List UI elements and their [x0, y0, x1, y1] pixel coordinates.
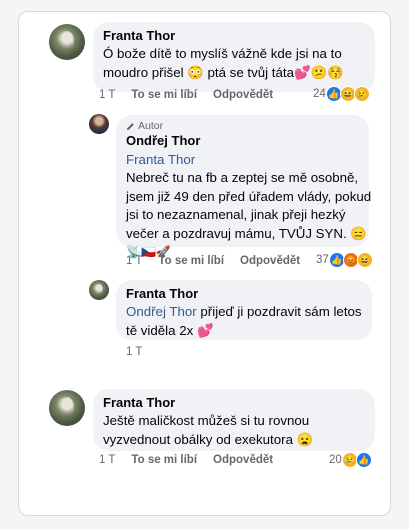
comment-actions: 1 T To se mi líbí Odpovědět: [99, 89, 273, 101]
comment-text: Ó bože dítě to myslíš vážně kde jsi na t…: [103, 44, 365, 82]
comment-text: přijeď ji pozdravit sám letos: [196, 304, 362, 319]
pencil-icon: [126, 123, 134, 131]
author-badge: Autor: [126, 120, 359, 133]
comment-line: Ještě maličkost můžeš si tu rovnou: [103, 413, 310, 428]
comment-author[interactable]: Franta Thor: [126, 286, 362, 302]
comment-line: tě viděla 2x 💕: [126, 323, 214, 338]
comment-text: Nebreč tu na fb a zeptej se mě osobně, j…: [126, 169, 372, 262]
comment-line: jsem již 49 den před úřadem vlády, pokud: [126, 188, 372, 204]
comment-time[interactable]: 1 T: [126, 346, 142, 358]
mention-link[interactable]: Franta Thor: [126, 150, 359, 169]
comment-time[interactable]: 1 T: [126, 255, 142, 267]
author-badge-label: Autor: [138, 120, 164, 132]
comment-time[interactable]: 1 T: [99, 89, 115, 101]
sad-reaction-icon: 😢: [353, 86, 370, 102]
reaction-summary[interactable]: 20 😢 👍: [329, 452, 372, 468]
reply-link[interactable]: Odpovědět: [213, 454, 273, 466]
comment-line: Ondřej Thor přijeď ji pozdravit sám leto…: [126, 302, 362, 321]
comments-card: Franta Thor Ó bože dítě to myslíš vážně …: [18, 11, 391, 516]
comment-actions: 1 T: [126, 346, 142, 358]
avatar[interactable]: [49, 390, 85, 426]
comment-bubble: Franta Thor Ó bože dítě to myslíš vážně …: [93, 22, 375, 92]
comment-author[interactable]: Ondřej Thor: [126, 133, 359, 149]
comment-bubble: Franta Thor Ondřej Thor přijeď ji pozdra…: [116, 280, 372, 340]
comment-text: Ještě maličkost můžeš si tu rovnou vyzve…: [103, 411, 365, 449]
comment-actions: 1 T To se mi líbí Odpovědět: [126, 255, 300, 267]
reaction-summary[interactable]: 24 👍 😆 😢: [313, 86, 370, 102]
like-link[interactable]: To se mi líbí: [131, 454, 197, 466]
comment-line: Nebreč tu na fb a zeptej se mě osobně,: [126, 170, 359, 185]
comment-line: moudro přišel 😳 ptá se tvůj táta💕😕😚: [103, 65, 344, 80]
avatar[interactable]: [49, 24, 85, 60]
like-link[interactable]: To se mi líbí: [158, 255, 224, 267]
avatar[interactable]: [89, 280, 109, 300]
comment-author[interactable]: Franta Thor: [103, 395, 365, 411]
comment-line: Ó bože dítě to myslíš vážně kde jsi na t…: [103, 46, 342, 61]
reaction-summary[interactable]: 37 👍 😡 😆: [316, 252, 373, 268]
comment-line: večer a pozdravuj mámu, TVŮJ SYN. 😑: [126, 225, 367, 241]
haha-reaction-icon: 😆: [356, 252, 373, 268]
reaction-count: 24: [313, 88, 326, 100]
like-reaction-icon: 👍: [355, 452, 372, 468]
comment-bubble: Autor Ondřej Thor Franta Thor Nebreč tu …: [116, 115, 371, 259]
avatar[interactable]: [89, 114, 109, 134]
comment-time[interactable]: 1 T: [99, 454, 115, 466]
reaction-count: 20: [329, 454, 342, 466]
comment-bubble: Franta Thor Ještě maličkost můžeš si tu …: [93, 389, 375, 451]
comment-actions: 1 T To se mi líbí Odpovědět: [99, 454, 273, 466]
mention-link[interactable]: Ondřej Thor: [126, 304, 197, 319]
comment-line: vyzvednout obálky od exekutora 😦: [103, 432, 314, 447]
comment-line: jsi to nezaznamenal, jinak přeji hezký: [126, 207, 346, 222]
reaction-count: 37: [316, 254, 329, 266]
reply-link[interactable]: Odpovědět: [240, 255, 300, 267]
like-link[interactable]: To se mi líbí: [131, 89, 197, 101]
comment-author[interactable]: Franta Thor: [103, 28, 365, 44]
reply-link[interactable]: Odpovědět: [213, 89, 273, 101]
